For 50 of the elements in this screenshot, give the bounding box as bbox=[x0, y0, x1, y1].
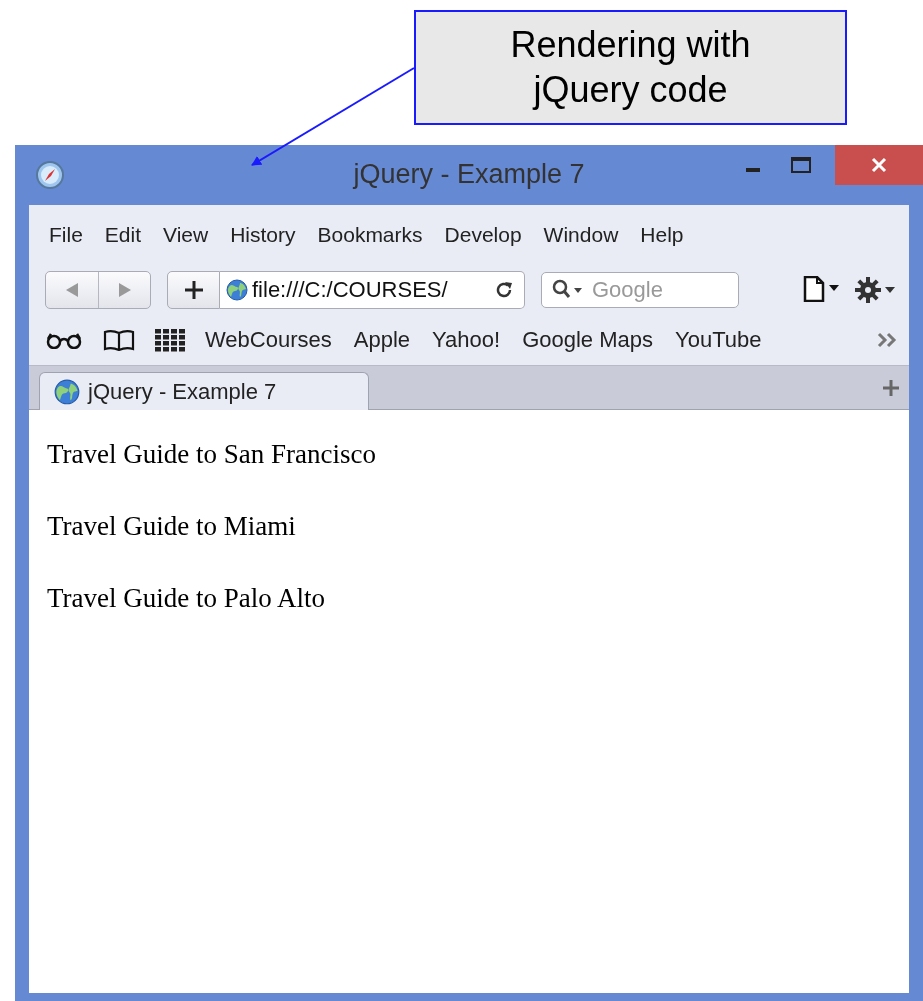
page-paragraph: Travel Guide to San Francisco bbox=[47, 438, 377, 471]
search-field[interactable]: Google bbox=[541, 272, 739, 308]
plus-icon bbox=[883, 379, 899, 396]
glasses-icon bbox=[45, 331, 83, 349]
bookmark-link[interactable]: Yahoo! bbox=[432, 327, 501, 353]
bookmark-link[interactable]: Google Maps bbox=[522, 327, 653, 353]
reading-list-button[interactable] bbox=[45, 331, 83, 349]
menu-item[interactable]: Window bbox=[543, 223, 619, 247]
bookmarks-button[interactable] bbox=[103, 329, 135, 351]
callout-text: Rendering with jQuery code bbox=[414, 10, 847, 125]
menu-item[interactable]: Edit bbox=[104, 223, 142, 247]
add-bookmark-button[interactable] bbox=[167, 271, 220, 309]
plus-icon bbox=[184, 281, 203, 299]
menu-item[interactable]: History bbox=[230, 223, 296, 247]
bookmark-link[interactable]: WebCourses bbox=[205, 327, 332, 353]
menu-item[interactable]: Bookmarks bbox=[317, 223, 423, 247]
compass-icon bbox=[35, 160, 65, 190]
reload-icon[interactable] bbox=[494, 280, 514, 300]
minimize-icon bbox=[746, 168, 760, 172]
menu-item[interactable]: File bbox=[49, 223, 83, 247]
grid-icon bbox=[155, 328, 185, 352]
window-title: jQuery - Example 7 bbox=[353, 159, 585, 190]
page-icon bbox=[803, 276, 841, 302]
page-paragraph: Travel Guide to Palo Alto bbox=[47, 582, 326, 615]
maximize-icon bbox=[791, 157, 811, 173]
forward-icon bbox=[118, 283, 131, 297]
search-icon bbox=[552, 279, 584, 301]
browser-tab[interactable]: jQuery - Example 7 bbox=[39, 372, 369, 410]
search-input[interactable]: Google bbox=[590, 276, 734, 304]
back-icon bbox=[66, 283, 78, 297]
page-menu-button[interactable] bbox=[803, 276, 841, 304]
menu-item[interactable]: Help bbox=[640, 223, 684, 247]
chevrons-icon bbox=[877, 332, 899, 348]
address-field[interactable]: file:///C:/COURSES/ bbox=[220, 271, 525, 309]
book-icon bbox=[103, 329, 135, 351]
settings-menu-button[interactable] bbox=[855, 276, 897, 304]
menu-item[interactable]: Develop bbox=[444, 223, 522, 247]
close-icon bbox=[871, 157, 887, 173]
menu-item[interactable]: View bbox=[163, 223, 209, 247]
bookmark-link[interactable]: YouTube bbox=[675, 327, 762, 353]
globe-icon bbox=[54, 378, 80, 405]
globe-icon bbox=[226, 279, 248, 301]
settings-icon bbox=[855, 276, 897, 304]
close-button[interactable] bbox=[835, 145, 923, 185]
address-input[interactable]: file:///C:/COURSES/ bbox=[248, 277, 482, 303]
top-sites-button[interactable] bbox=[155, 328, 185, 352]
new-tab-button[interactable] bbox=[883, 379, 899, 396]
bookmark-link[interactable]: Apple bbox=[353, 327, 411, 353]
more-bookmarks-button[interactable] bbox=[877, 332, 899, 348]
page-paragraph: Travel Guide to Miami bbox=[47, 510, 297, 543]
